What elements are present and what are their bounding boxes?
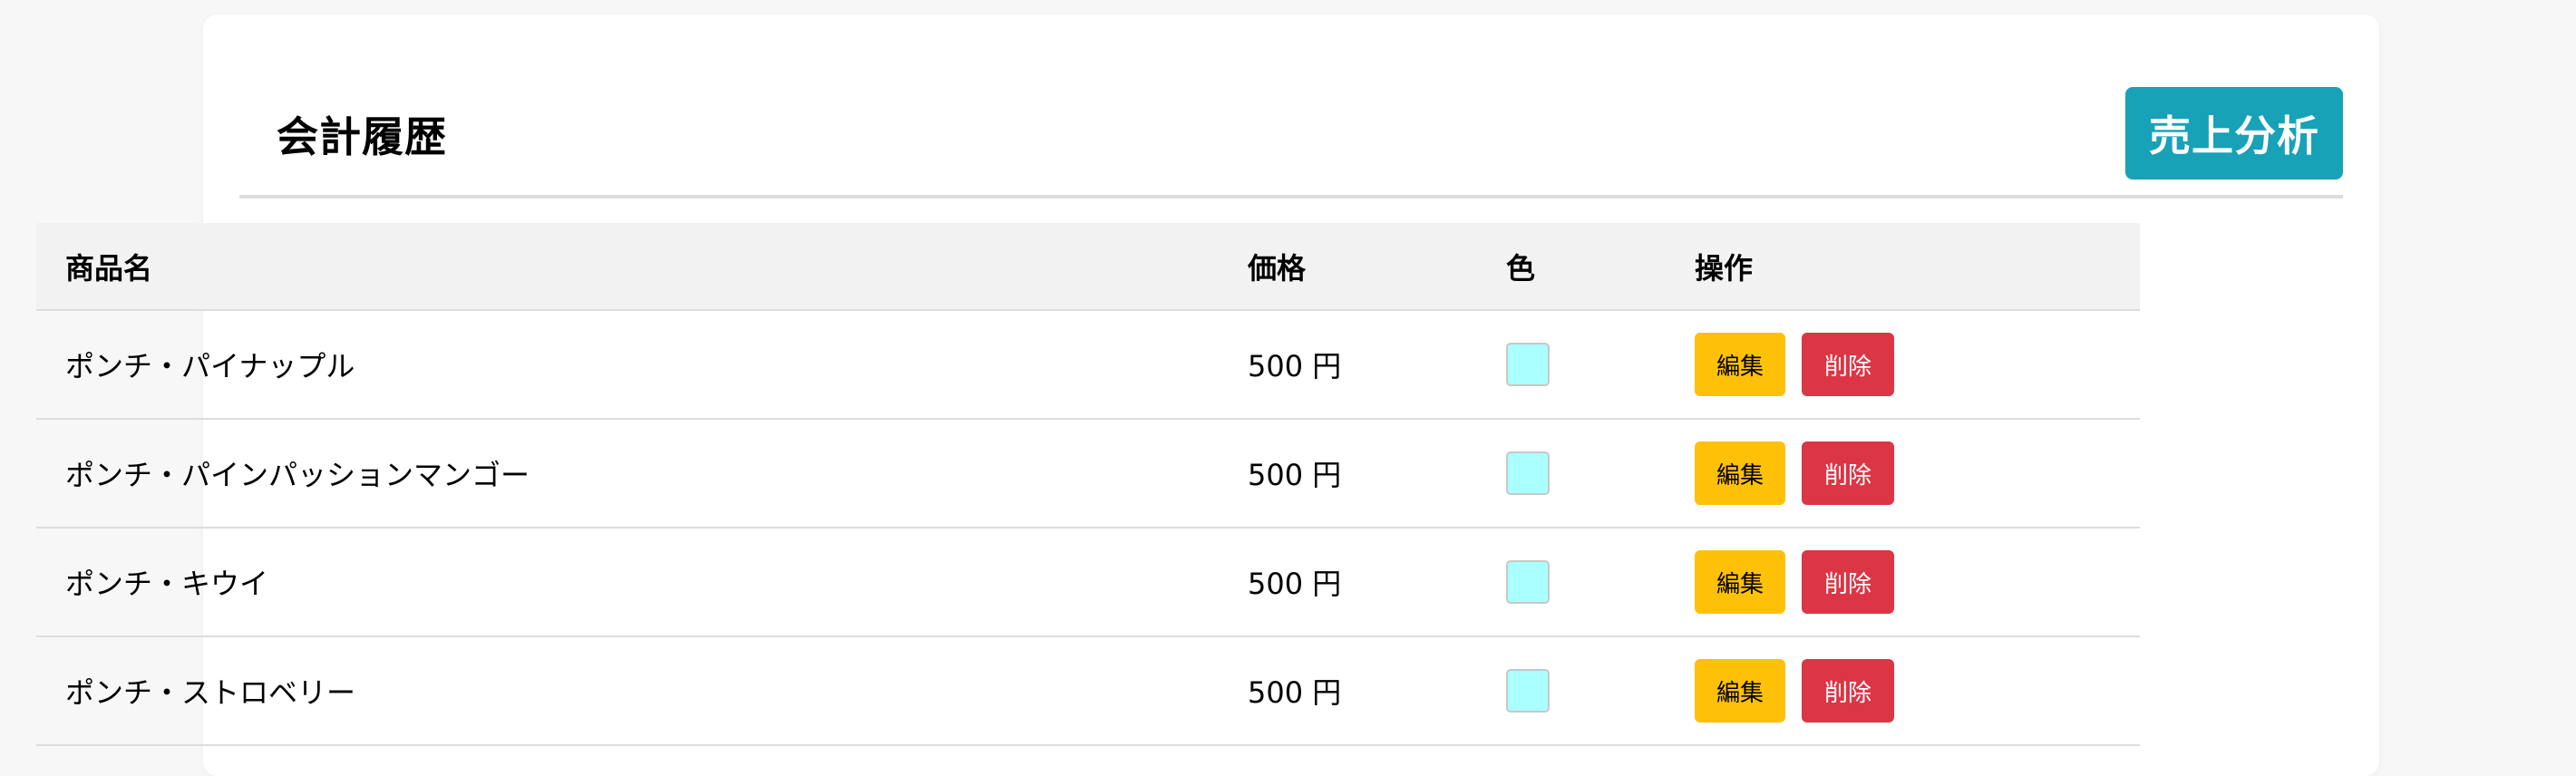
price-cell: 500 円 (1248, 349, 1342, 383)
table-row: ポンチ・ストロベリー 500 円 編集 削除 (36, 636, 2140, 745)
delete-button[interactable]: 削除 (1802, 659, 1894, 723)
color-swatch (1506, 669, 1550, 713)
color-swatch (1506, 451, 1550, 495)
sales-analysis-button[interactable]: 売上分析 (2125, 87, 2343, 179)
table-header-row: 商品名 価格 色 操作 (36, 223, 2140, 310)
table-row: ポンチ・パインパッションマンゴー 500 円 編集 削除 (36, 419, 2140, 528)
page-title: 会計履歴 (277, 112, 447, 161)
price-cell: 500 円 (1248, 458, 1342, 492)
history-table: 商品名 価格 色 操作 ポンチ・パイナップル 500 円 編集 削除 ポンチ・パイ… (36, 223, 2140, 746)
product-name-cell: ポンチ・キウイ (65, 567, 269, 601)
delete-button[interactable]: 削除 (1802, 550, 1894, 614)
price-cell: 500 円 (1248, 675, 1342, 710)
product-name-cell: ポンチ・ストロベリー (65, 675, 356, 710)
column-header-actions: 操作 (1695, 250, 1754, 286)
edit-button[interactable]: 編集 (1695, 550, 1785, 614)
page-header: 会計履歴 売上分析 (239, 15, 2343, 199)
color-swatch (1506, 560, 1550, 604)
delete-button[interactable]: 削除 (1802, 333, 1894, 396)
column-header-color: 色 (1506, 250, 1536, 286)
delete-button[interactable]: 削除 (1802, 441, 1894, 505)
product-name-cell: ポンチ・パイナップル (65, 349, 355, 383)
product-name-cell: ポンチ・パインパッションマンゴー (65, 458, 530, 492)
color-swatch (1506, 343, 1550, 386)
table-row: ポンチ・キウイ 500 円 編集 削除 (36, 528, 2140, 636)
column-header-price: 価格 (1248, 250, 1307, 286)
edit-button[interactable]: 編集 (1695, 659, 1785, 723)
table-row: ポンチ・パイナップル 500 円 編集 削除 (36, 310, 2140, 419)
column-header-product-name: 商品名 (65, 250, 153, 286)
edit-button[interactable]: 編集 (1695, 333, 1785, 396)
price-cell: 500 円 (1248, 567, 1342, 601)
edit-button[interactable]: 編集 (1695, 441, 1785, 505)
